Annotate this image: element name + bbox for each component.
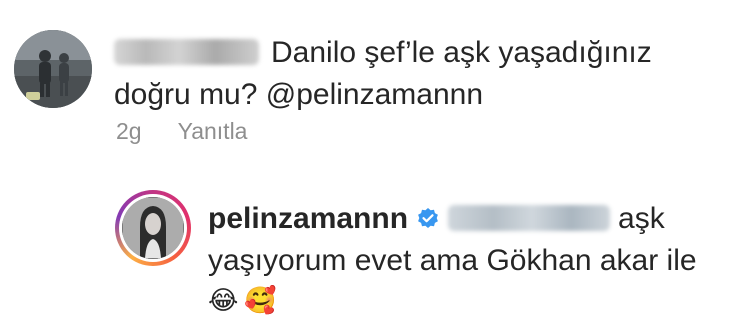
reply-avatar [122,197,184,259]
comment: Danilo şef’le aşk yaşadığınız doğru mu? … [14,30,714,160]
reply-mention-blurred[interactable] [448,205,611,231]
pelinzamannn-avatar-photo-icon [122,197,184,259]
reply-comment: pelinzamannn aşk yaşıyorum evet ama Gökha… [115,190,715,320]
smiling-face-with-hearts-icon: 🥰 [244,286,277,316]
comment-mention-link[interactable]: @pelinzamannn [266,78,483,111]
verified-badge-icon [416,201,440,228]
commenter-username-blurred[interactable] [114,39,259,65]
reply-emojis: 😂 🥰 [208,284,283,318]
reply-button[interactable]: Yanıtla [178,118,248,144]
comment-text: Danilo şef’le aşk yaşadığınız doğru mu? … [114,32,674,116]
user-avatar-photo-icon [14,30,92,108]
comment-meta: 2g Yanıtla [116,118,247,144]
reply-text: pelinzamannn aşk yaşıyorum evet ama Gökha… [208,198,708,282]
reply-username[interactable]: pelinzamannn [208,202,408,235]
reply-avatar-story-ring[interactable] [115,190,191,266]
instagram-comment-thread: Danilo şef’le aşk yaşadığınız doğru mu? … [0,0,730,326]
commenter-avatar[interactable] [14,30,92,108]
face-with-tears-of-joy-icon: 😂 [208,286,239,316]
comment-timestamp: 2g [116,118,142,144]
